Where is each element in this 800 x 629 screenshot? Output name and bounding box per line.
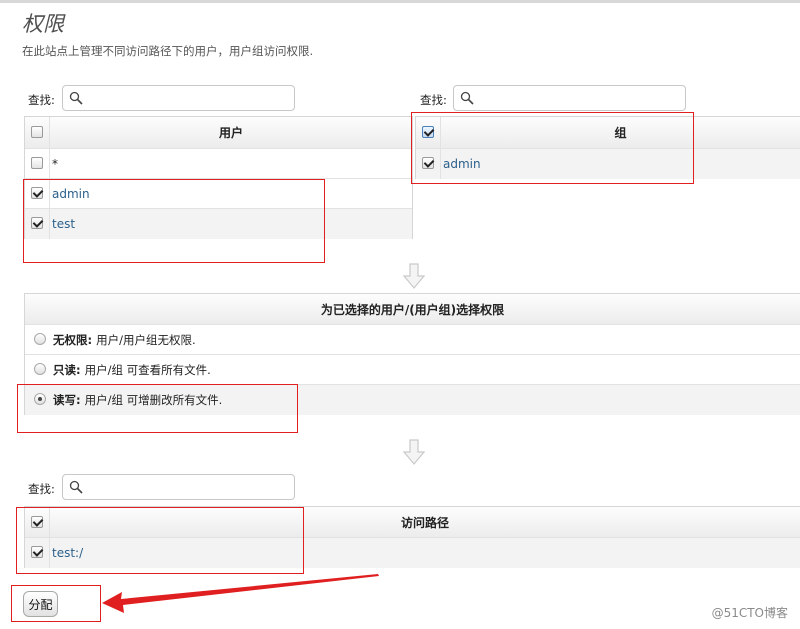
path-search-label: 查找: (28, 482, 55, 496)
user-search-label: 查找: (28, 93, 55, 107)
search-icon (69, 480, 83, 494)
annotation-box-assign (11, 585, 101, 622)
read-only-radio[interactable] (34, 363, 46, 375)
permissions-header: 为已选择的用户/(用户组)选择权限 (25, 294, 800, 325)
down-arrow-icon (403, 439, 425, 465)
path-search-input[interactable] (62, 474, 295, 500)
annotation-box-paths (16, 507, 304, 574)
group-search-input[interactable] (453, 85, 686, 111)
select-all-users-checkbox[interactable] (31, 126, 43, 138)
permission-option-text: 无权限: 用户/用户组无权限. (53, 332, 196, 347)
annotation-box-users (23, 179, 325, 263)
table-row[interactable]: * (25, 149, 412, 179)
permission-option[interactable]: 只读: 用户/组 可查看所有文件. (25, 355, 800, 385)
search-icon (460, 91, 474, 105)
permission-option[interactable]: 无权限: 用户/用户组无权限. (25, 325, 800, 355)
user-checkbox[interactable] (31, 157, 43, 169)
permissions-title: 为已选择的用户/(用户组)选择权限 (320, 302, 505, 317)
no-permission-radio[interactable] (34, 333, 46, 345)
user-label: * (52, 156, 58, 171)
users-table-header: 用户 (25, 117, 412, 149)
annotation-box-read-write (17, 384, 298, 433)
page-description: 在此站点上管理不同访问路径下的用户，用户组访问权限. (22, 44, 314, 58)
user-search-input[interactable] (62, 85, 295, 111)
annotation-box-groups (411, 112, 694, 184)
search-icon (69, 91, 83, 105)
users-column-header: 用户 (218, 126, 243, 140)
top-border (0, 0, 800, 3)
watermark: @51CTO博客 (711, 606, 788, 620)
annotation-arrow-icon (102, 574, 379, 613)
permission-option-text: 只读: 用户/组 可查看所有文件. (53, 362, 211, 377)
down-arrow-icon (403, 263, 425, 289)
page-title: 权限 (22, 12, 64, 36)
group-search-label: 查找: (420, 93, 447, 107)
